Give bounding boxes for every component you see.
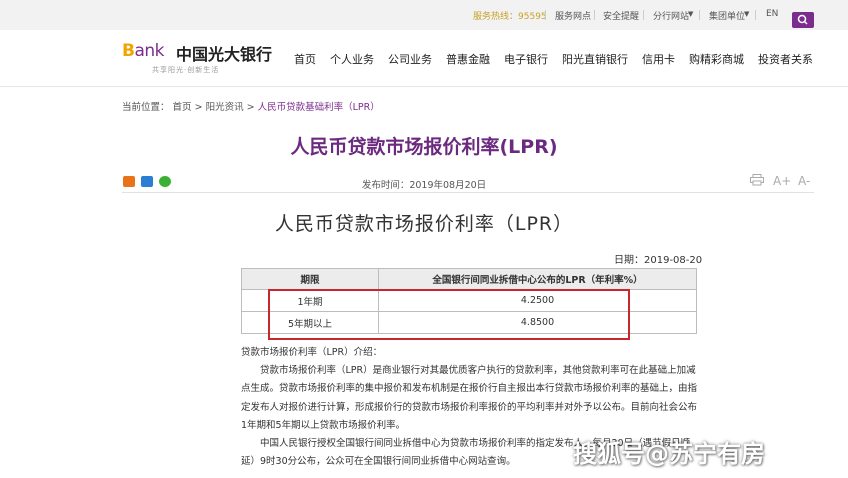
logo-slogan: 共享阳光·创新生活 bbox=[152, 66, 220, 74]
watermark: 搜狐号@苏宁有房 bbox=[573, 440, 765, 468]
site-header: Bank 中国光大银行 共享阳光·创新生活 首页 个人业务 公司业务 普惠金融 … bbox=[0, 30, 848, 87]
table-header-row: 期限 全国银行间同业拆借中心公布的LPR（年利率%） bbox=[241, 268, 697, 290]
hotline: 服务热线：95595 bbox=[473, 12, 547, 22]
breadcrumb-separator: > bbox=[246, 102, 255, 113]
nav-personal[interactable]: 个人业务 bbox=[330, 51, 374, 67]
breadcrumb-section[interactable]: 阳光资讯 bbox=[206, 102, 244, 113]
link-group-units[interactable]: 集团单位 bbox=[709, 9, 745, 22]
page-title: 人民币贷款市场报价利率(LPR) bbox=[290, 136, 558, 158]
font-increase-button[interactable]: A+ bbox=[773, 174, 791, 188]
document-title: 人民币贷款市场报价利率（LPR） bbox=[274, 213, 574, 235]
link-service-outlets[interactable]: 服务网点 bbox=[555, 9, 591, 22]
breadcrumb-prefix: 当前位置： bbox=[122, 102, 170, 113]
intro-heading: 贷款市场报价利率（LPR）介绍： bbox=[241, 347, 383, 358]
publish-date: 发布时间：2019年08月20日 bbox=[361, 180, 487, 191]
breadcrumb-current[interactable]: 人民币贷款基础利率（LPR） bbox=[258, 102, 380, 113]
search-icon bbox=[797, 14, 808, 25]
nav-credit-card[interactable]: 信用卡 bbox=[642, 51, 675, 67]
nav-e-banking[interactable]: 电子银行 bbox=[504, 51, 548, 67]
top-utility-bar: 服务热线：95595 服务网点 安全提醒 分行网站 ▼ 集团单位 ▼ EN bbox=[0, 0, 848, 30]
chevron-down-icon[interactable]: ▼ bbox=[744, 10, 749, 18]
print-icon[interactable] bbox=[750, 174, 764, 189]
separator bbox=[594, 10, 595, 20]
nav-inclusive-finance[interactable]: 普惠金融 bbox=[446, 51, 490, 67]
separator bbox=[755, 10, 756, 20]
column-header-lpr: 全国银行间同业拆借中心公布的LPR（年利率%） bbox=[378, 268, 697, 290]
breadcrumb-separator: > bbox=[194, 102, 203, 113]
search-button[interactable] bbox=[792, 12, 814, 28]
highlight-box bbox=[268, 289, 630, 340]
intro-paragraph-1: 贷款市场报价利率（LPR）是商业银行对其最优质客户执行的贷款利率，其他贷款利率可… bbox=[241, 365, 698, 431]
bank-logo[interactable]: Bank 中国光大银行 共享阳光·创新生活 bbox=[122, 41, 272, 74]
font-decrease-button[interactable]: A- bbox=[798, 174, 810, 188]
chevron-down-icon[interactable]: ▼ bbox=[688, 10, 693, 18]
separator bbox=[699, 10, 700, 20]
nav-corporate[interactable]: 公司业务 bbox=[388, 51, 432, 67]
document-date: 日期：2019-08-20 bbox=[614, 255, 703, 266]
separator bbox=[545, 10, 546, 20]
nav-home[interactable]: 首页 bbox=[294, 51, 316, 67]
nav-mall[interactable]: 购精彩商城 bbox=[689, 51, 744, 67]
divider bbox=[122, 192, 814, 193]
link-english[interactable]: EN bbox=[766, 9, 778, 19]
link-branch-sites[interactable]: 分行网站 bbox=[653, 9, 689, 22]
breadcrumb-home[interactable]: 首页 bbox=[173, 102, 192, 113]
logo-wordmark: Bank bbox=[122, 41, 165, 61]
hotline-number: 95595 bbox=[518, 12, 547, 22]
nav-direct-bank[interactable]: 阳光直销银行 bbox=[562, 51, 628, 67]
nav-investor-relations[interactable]: 投资者关系 bbox=[758, 51, 813, 67]
breadcrumb: 当前位置： 首页 > 阳光资讯 > 人民币贷款基础利率（LPR） bbox=[122, 99, 380, 113]
logo-bank-name: 中国光大银行 bbox=[176, 45, 273, 64]
separator bbox=[643, 10, 644, 20]
column-header-term: 期限 bbox=[241, 268, 379, 290]
link-security-tips[interactable]: 安全提醒 bbox=[603, 9, 639, 22]
